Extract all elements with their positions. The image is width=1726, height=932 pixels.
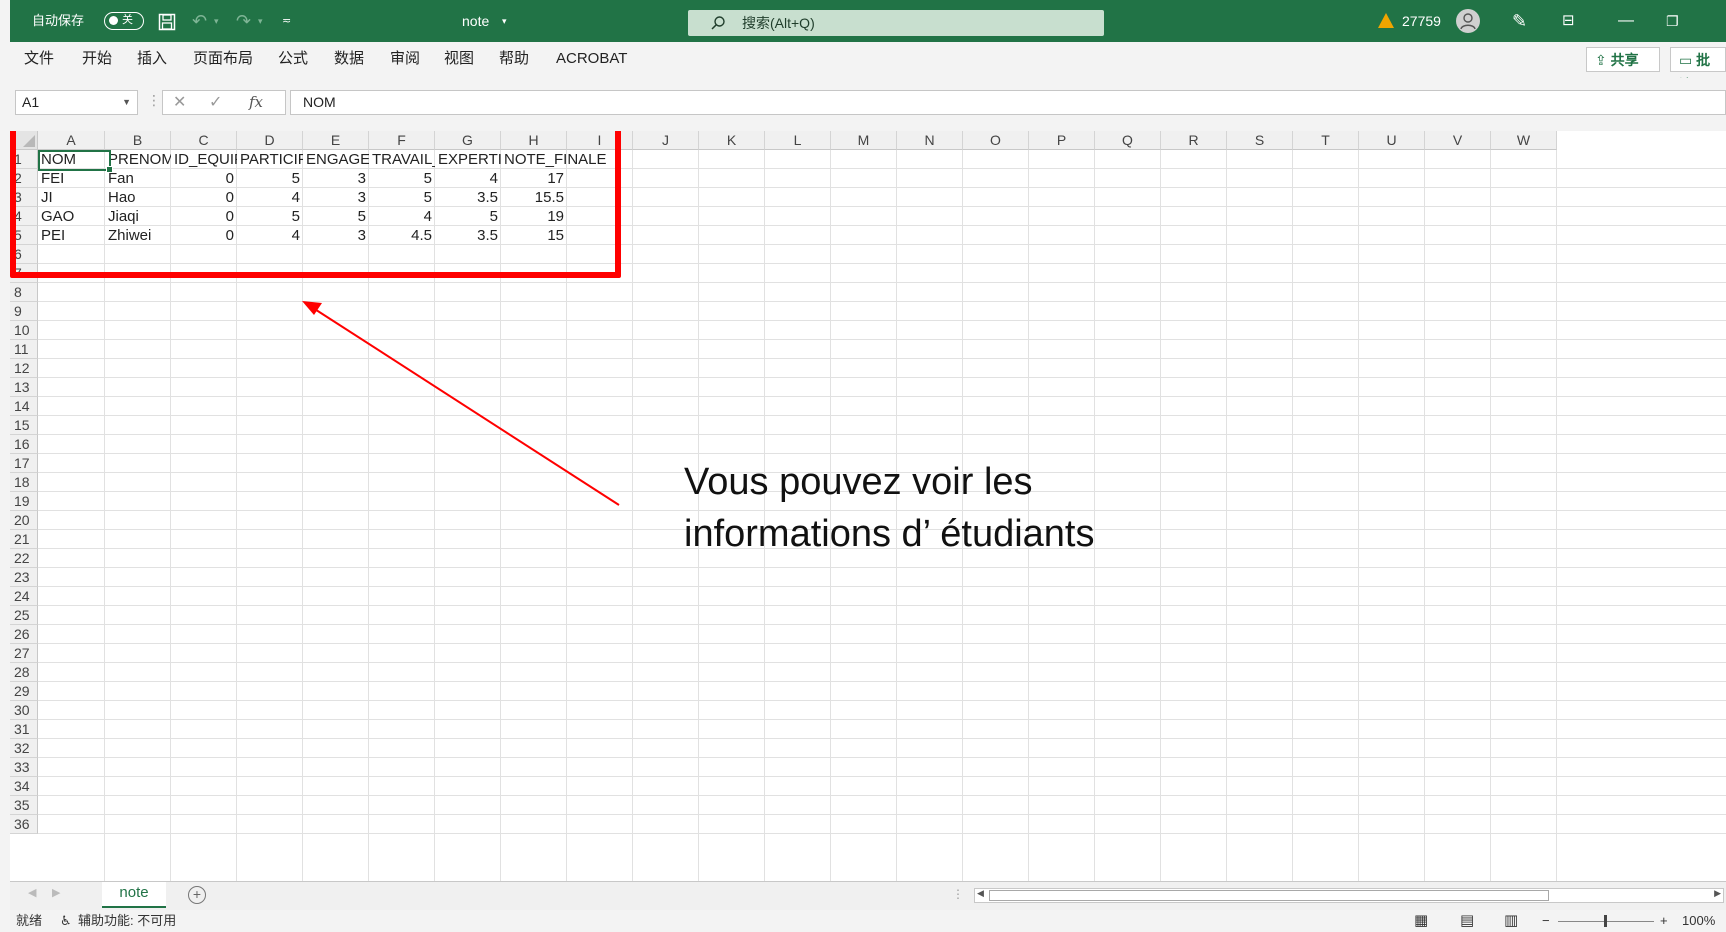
sheet-tab-note[interactable]: note: [102, 882, 166, 908]
menu-review[interactable]: 审阅: [390, 42, 420, 76]
search-icon: [711, 16, 725, 30]
menu-view[interactable]: 视图: [444, 42, 474, 76]
enter-icon[interactable]: ✓: [209, 91, 222, 114]
save-icon[interactable]: [158, 0, 176, 42]
menu-bar: 文件 开始 插入 页面布局 公式 数据 审阅 视图 帮助 ACROBAT ⇪ 共…: [10, 42, 1726, 93]
scroll-tabs-right-icon[interactable]: ▶: [52, 886, 60, 899]
menu-page-layout[interactable]: 页面布局: [193, 42, 253, 76]
status-accessibility[interactable]: 辅助功能: 不可用: [78, 910, 176, 932]
spreadsheet-grid: ABCDEFGHIJKLMNOPQRSTUVW 1 2 3 4 5 6 7 8 9 10 11 12 1…: [10, 131, 1726, 881]
menu-home[interactable]: 开始: [82, 42, 112, 76]
normal-view-icon[interactable]: ▦: [1414, 910, 1428, 932]
toggle-knob: [109, 16, 118, 25]
page-layout-view-icon[interactable]: ▤: [1460, 910, 1474, 932]
restore-icon[interactable]: ❐: [1666, 0, 1679, 42]
zoom-in-icon[interactable]: +: [1660, 910, 1668, 932]
add-sheet-icon[interactable]: +: [188, 886, 206, 904]
avatar[interactable]: [1456, 9, 1480, 33]
accessibility-icon: ♿: [60, 913, 72, 928]
redo-icon[interactable]: ↷: [236, 0, 251, 42]
redo-dropdown-icon[interactable]: ▾: [258, 0, 263, 42]
formula-buttons: ✕ ✓ fx: [162, 90, 286, 115]
title-bar: 自动保存 关 ↶ ▾ ↷ ▾ ≂ note ▾ 搜索(Alt+Q) 27759 …: [10, 0, 1726, 42]
pen-icon[interactable]: ✎: [1512, 0, 1527, 42]
ribbon-display-icon[interactable]: ⊟: [1562, 0, 1575, 42]
menu-formulas[interactable]: 公式: [278, 42, 308, 76]
menu-acrobat[interactable]: ACROBAT: [556, 42, 627, 76]
share-label: 共享: [1610, 52, 1639, 68]
warning-icon[interactable]: [1378, 13, 1394, 28]
annotation-text: Vous pouvez voir les informations d’ étu…: [684, 456, 1095, 560]
autosave-state: 关: [122, 14, 133, 26]
autosave-toggle[interactable]: 关: [104, 12, 144, 30]
more-options-icon[interactable]: ⋮: [147, 92, 161, 109]
undo-icon[interactable]: ↶: [192, 0, 207, 42]
warning-count: 27759: [1402, 13, 1441, 29]
comments-button[interactable]: ▭ 批注: [1670, 47, 1726, 93]
annotation-line-2: informations d’ étudiants: [684, 513, 1095, 555]
name-box-dropdown-icon[interactable]: ▼: [122, 91, 131, 114]
minimize-icon[interactable]: —: [1618, 0, 1634, 42]
sheet-tab-bar: ◀ ▶ note + ⋮ ◀ ▶: [10, 881, 1726, 911]
excel-window: 自动保存 关 ↶ ▾ ↷ ▾ ≂ note ▾ 搜索(Alt+Q) 27759 …: [0, 0, 1726, 932]
undo-dropdown-icon[interactable]: ▾: [214, 0, 219, 42]
search-placeholder: 搜索(Alt+Q): [742, 15, 815, 31]
user-icon: [1460, 13, 1476, 30]
share-icon: ⇪: [1595, 52, 1611, 68]
zoom-out-icon[interactable]: −: [1542, 910, 1550, 932]
formula-input[interactable]: NOM: [290, 90, 1726, 115]
customize-quick-access-icon[interactable]: ≂: [282, 0, 291, 42]
scroll-left-icon[interactable]: ◀: [977, 888, 984, 899]
filename-dropdown-icon[interactable]: ▾: [502, 0, 507, 42]
scrollbar-thumb[interactable]: [989, 890, 1549, 901]
cancel-icon[interactable]: ✕: [173, 91, 186, 114]
insert-function-icon[interactable]: fx: [249, 91, 263, 114]
search-box[interactable]: 搜索(Alt+Q): [688, 10, 1104, 36]
menu-file[interactable]: 文件: [24, 42, 54, 76]
name-box-value: A1: [22, 94, 40, 110]
zoom-level[interactable]: 100%: [1682, 910, 1715, 932]
annotation-line-1: Vous pouvez voir les: [684, 461, 1033, 503]
scroll-right-icon[interactable]: ▶: [1714, 888, 1721, 899]
menu-help[interactable]: 帮助: [499, 42, 529, 76]
status-bar: 就绪 ♿ 辅助功能: 不可用 ▦ ▤ ▥ − + 100%: [10, 910, 1726, 932]
autosave-label: 自动保存: [32, 13, 85, 28]
menu-insert[interactable]: 插入: [137, 42, 167, 76]
page-break-view-icon[interactable]: ▥: [1504, 910, 1518, 932]
formula-bar: A1 ▼ ⋮ ✕ ✓ fx NOM: [10, 78, 1726, 124]
comment-icon: ▭: [1679, 52, 1697, 68]
name-box[interactable]: A1 ▼: [15, 90, 138, 115]
zoom-slider[interactable]: [1558, 915, 1654, 927]
horizontal-scrollbar[interactable]: ◀ ▶: [974, 888, 1724, 903]
split-handle-icon[interactable]: ⋮: [952, 887, 964, 901]
file-name[interactable]: note: [462, 0, 489, 42]
share-button[interactable]: ⇪ 共享: [1586, 47, 1660, 72]
zoom-slider-handle[interactable]: [1604, 915, 1607, 927]
scroll-tabs-left-icon[interactable]: ◀: [28, 886, 36, 899]
status-ready: 就绪: [16, 913, 43, 928]
menu-data[interactable]: 数据: [334, 42, 364, 76]
